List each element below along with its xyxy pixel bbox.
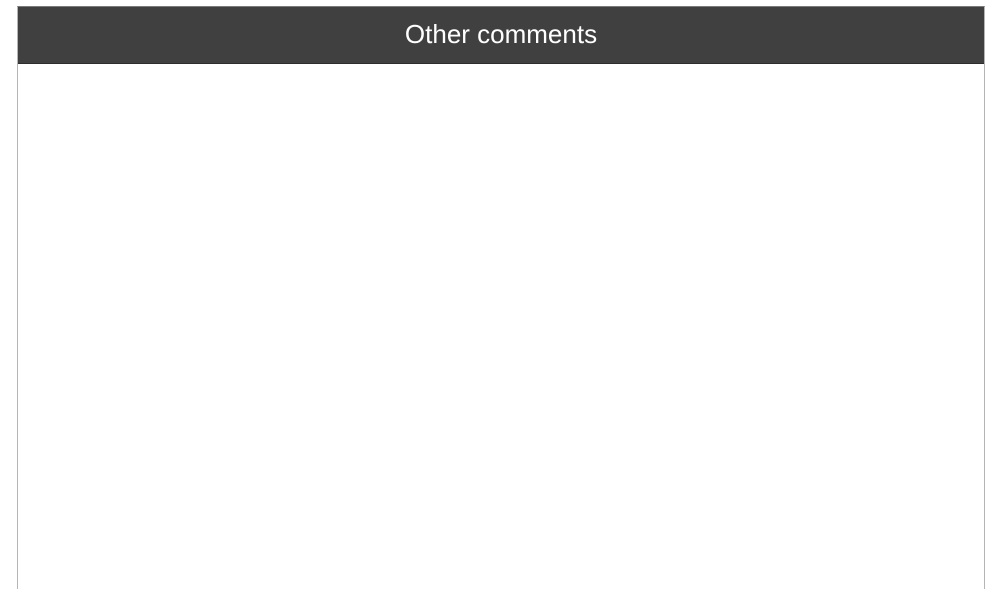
comments-textarea[interactable] [18, 64, 984, 589]
other-comments-panel: Other comments [17, 6, 985, 589]
panel-header: Other comments [18, 7, 984, 64]
panel-body [18, 64, 984, 589]
panel-title: Other comments [404, 19, 598, 49]
